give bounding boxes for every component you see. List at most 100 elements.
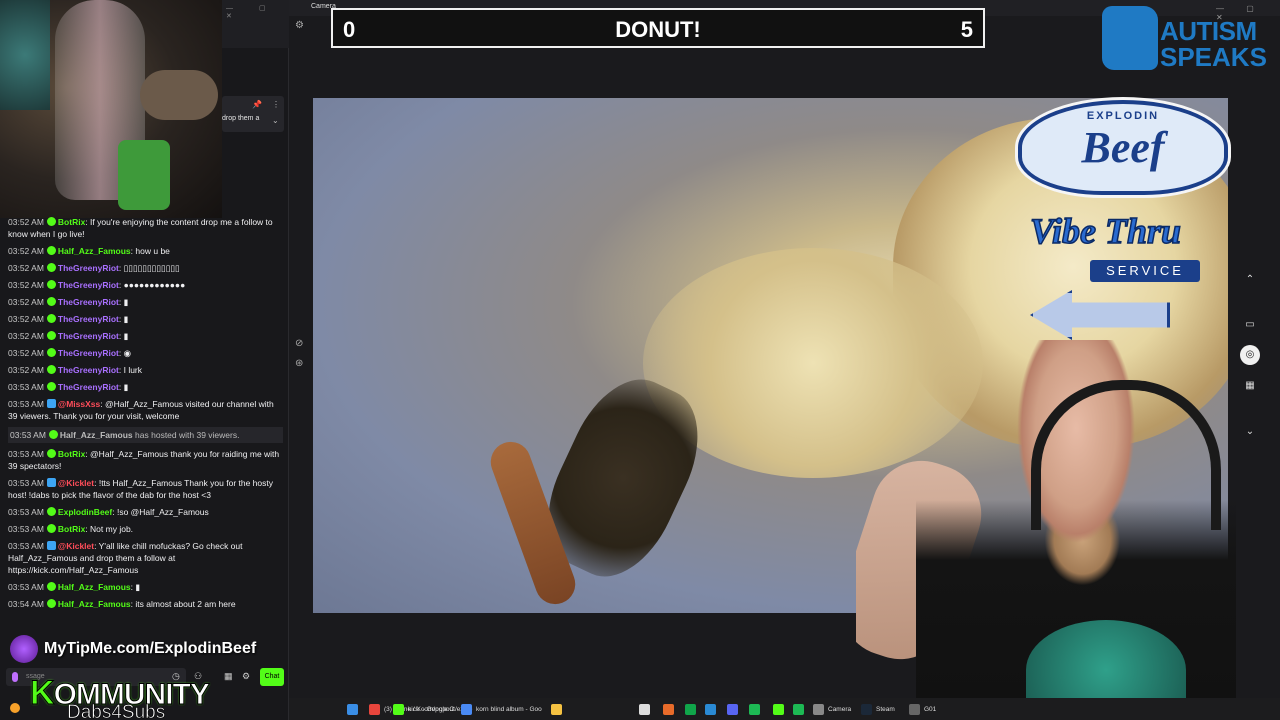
- chat-timestamp: 03:52 AM: [8, 280, 44, 290]
- chat-username[interactable]: @Kicklet: [58, 478, 94, 488]
- chat-username[interactable]: TheGreenyRiot: [58, 297, 119, 307]
- taskbar-item-label: G01: [924, 705, 937, 713]
- gear-icon[interactable]: ⚙: [295, 20, 304, 31]
- explodin-beef-logo: EXPLODIN Beef Vibe Thru SERVICE: [1010, 100, 1250, 340]
- chat-message: 03:52 AM Half_Azz_Famous: how u be: [8, 245, 283, 257]
- tipme-avatar: [10, 635, 38, 663]
- video-icon[interactable]: ▭: [1240, 315, 1260, 335]
- chat-message: 03:52 AM TheGreenyRiot: I lurk: [8, 364, 283, 376]
- chat-text: how u be: [135, 246, 170, 256]
- status-dot: [10, 703, 20, 713]
- more-icon[interactable]: ⋮: [272, 100, 280, 109]
- chat-message-list[interactable]: 03:52 AM BotRix: If you're enjoying the c…: [0, 216, 289, 636]
- chat-username[interactable]: @Kicklet: [58, 541, 94, 551]
- capture-button-icon[interactable]: ◎: [1240, 345, 1260, 365]
- taskbar-item[interactable]: [685, 701, 700, 717]
- chat-timestamp: 03:53 AM: [8, 541, 44, 551]
- windows-start-icon[interactable]: [347, 701, 362, 717]
- chat-username[interactable]: BotRix: [58, 524, 85, 534]
- taskbar-app-icon: [461, 703, 472, 715]
- chat-username[interactable]: Half_Azz_Famous: [58, 599, 131, 609]
- taskbar-app-icon: [663, 703, 674, 715]
- chat-username[interactable]: BotRix: [58, 217, 85, 227]
- wall-art: [0, 0, 50, 110]
- verified-badge-icon: [46, 246, 56, 255]
- taskbar-item[interactable]: [663, 701, 678, 717]
- verified-badge-icon: [46, 541, 56, 550]
- chat-message: 03:52 AM TheGreenyRiot: ◉: [8, 347, 283, 359]
- scoreboard-title: DONUT!: [615, 17, 701, 42]
- chat-username[interactable]: Half_Azz_Famous: [60, 430, 133, 440]
- chat-panel: — ▢ ✕ 📌 ⋮ drop them a ⌄ 03:52 AM BotRix: …: [0, 0, 289, 720]
- verified-badge-icon: [46, 507, 56, 516]
- chat-username[interactable]: ExplodinBeef: [58, 507, 112, 517]
- chat-text: ◉: [123, 348, 132, 358]
- verified-badge-icon: [46, 314, 56, 323]
- taskbar-item[interactable]: [793, 701, 808, 717]
- taskbar-item[interactable]: [551, 701, 566, 717]
- beef-title-text: Beef: [1081, 123, 1165, 172]
- taskbar-app-icon: [551, 703, 562, 715]
- chat-timestamp: 03:53 AM: [10, 430, 46, 440]
- chat-timestamp: 03:52 AM: [8, 217, 44, 227]
- taskbar-item-label: korn blind album - Goo: [476, 705, 542, 713]
- chat-message: 03:52 AM TheGreenyRiot: ▮: [8, 296, 283, 308]
- taskbar-item[interactable]: korn blind album - Goo: [461, 701, 542, 717]
- chat-text: ▮: [123, 314, 129, 324]
- chat-username[interactable]: TheGreenyRiot: [58, 331, 119, 341]
- chat-username[interactable]: TheGreenyRiot: [58, 382, 119, 392]
- no-flash-icon[interactable]: ⊘: [295, 338, 303, 349]
- scoreboard: DONUT! 0 5: [331, 8, 985, 48]
- chat-message: 03:52 AM TheGreenyRiot: ●●●●●●●●●●●●: [8, 279, 283, 291]
- taskbar-item[interactable]: Steam: [861, 701, 895, 717]
- verified-badge-icon: [48, 430, 58, 439]
- chat-username[interactable]: BotRix: [58, 449, 85, 459]
- chevron-down-icon[interactable]: ⌄: [1240, 422, 1260, 442]
- pin-icon[interactable]: 📌: [252, 100, 262, 109]
- taskbar-item[interactable]: G01: [909, 701, 936, 717]
- chat-send-button[interactable]: Chat: [260, 668, 284, 686]
- pinned-message[interactable]: 📌 ⋮ drop them a ⌄: [222, 96, 284, 132]
- calendar-icon[interactable]: ▦: [224, 671, 233, 682]
- chat-message: 03:53 AM ExplodinBeef: !so @Half_Azz_Famo…: [8, 506, 283, 518]
- taskbar-item[interactable]: [773, 701, 788, 717]
- gear-icon[interactable]: ⚙: [242, 671, 250, 682]
- chat-message: 03:53 AM @MissXss: @Half_Azz_Famous visit…: [8, 398, 283, 422]
- chat-text: ▮: [135, 582, 141, 592]
- taskbar-item[interactable]: [705, 701, 720, 717]
- tray: [140, 70, 218, 120]
- window-controls-right[interactable]: — ▢ ✕: [1216, 4, 1280, 22]
- taskbar-item[interactable]: [749, 701, 764, 717]
- chat-username[interactable]: Half_Azz_Famous: [58, 582, 131, 592]
- taskbar: (3) Home / X - Google Ckick.com/popout/e…: [289, 698, 1280, 720]
- chat-message: 03:53 AM BotRix: @Half_Azz_Famous thank y…: [8, 448, 283, 472]
- chat-message: 03:52 AM BotRix: If you're enjoying the c…: [8, 216, 283, 240]
- effects-icon[interactable]: ⊛: [295, 358, 303, 369]
- chat-username[interactable]: Half_Azz_Famous: [58, 246, 131, 256]
- taskbar-app-icon: [773, 703, 784, 715]
- taskbar-app-icon: [793, 703, 804, 715]
- chat-text: ▯▯▯▯▯▯▯▯▯▯▯▯: [123, 263, 180, 273]
- grid-icon[interactable]: ▦: [1240, 376, 1260, 396]
- chat-username[interactable]: @MissXss: [58, 399, 100, 409]
- taskbar-item[interactable]: Camera: [813, 701, 851, 717]
- verified-badge-icon: [46, 382, 56, 391]
- chat-username[interactable]: TheGreenyRiot: [58, 365, 119, 375]
- chat-username[interactable]: TheGreenyRiot: [58, 280, 119, 290]
- window-controls[interactable]: — ▢ ✕: [226, 4, 288, 20]
- taskbar-app-icon: [705, 703, 716, 715]
- taskbar-app-icon: [685, 703, 696, 715]
- chat-username[interactable]: TheGreenyRiot: [58, 314, 119, 324]
- dabs4subs-overlay: Dabs4Subs: [67, 702, 166, 720]
- taskbar-item[interactable]: [639, 701, 654, 717]
- chevron-down-icon[interactable]: ⌄: [272, 116, 279, 125]
- chat-username[interactable]: TheGreenyRiot: [58, 263, 119, 273]
- microphone-icon[interactable]: [12, 672, 18, 682]
- taskbar-item[interactable]: [727, 701, 742, 717]
- chat-text: ▮: [123, 382, 129, 392]
- chevron-up-icon[interactable]: ⌃: [1240, 270, 1260, 290]
- chat-timestamp: 03:54 AM: [8, 599, 44, 609]
- taskbar-app-icon: [861, 703, 872, 715]
- chat-username[interactable]: TheGreenyRiot: [58, 348, 119, 358]
- taskbar-item-label: Camera: [828, 705, 852, 713]
